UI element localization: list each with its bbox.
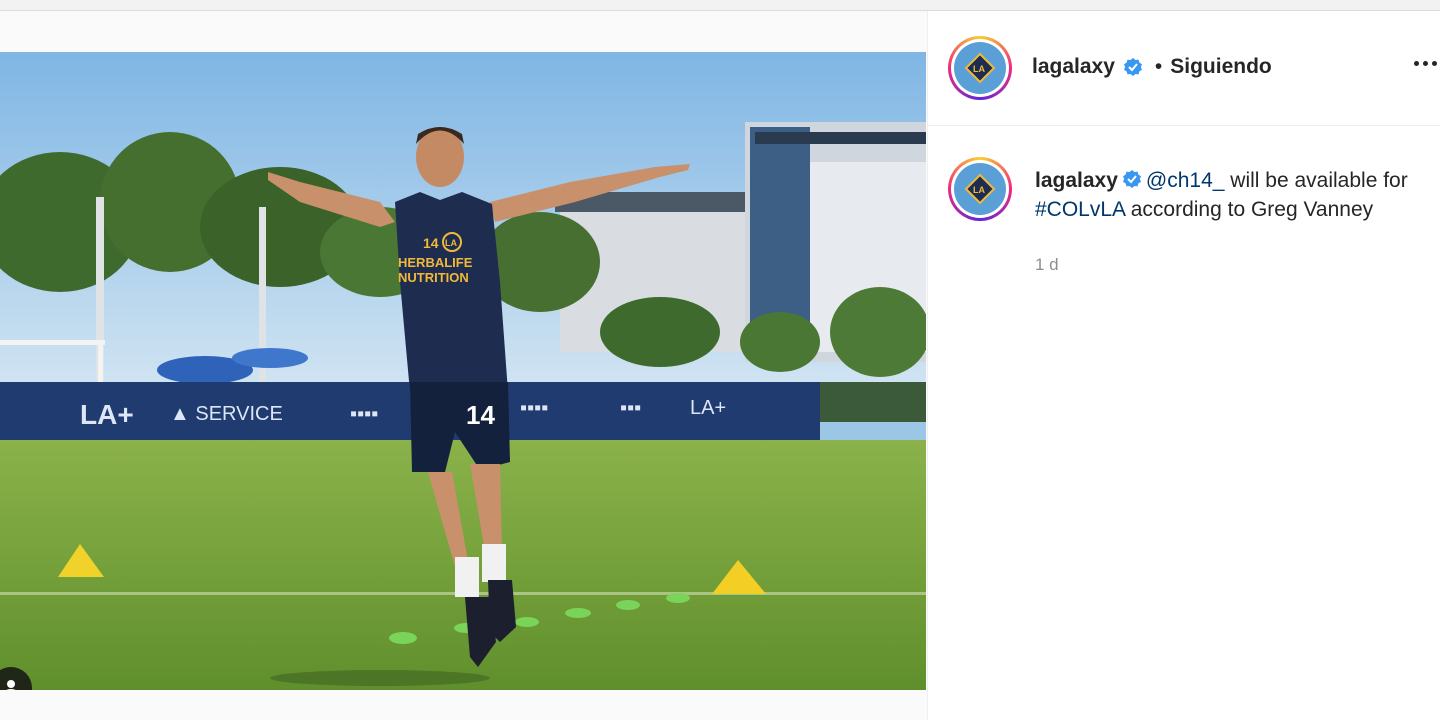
svg-text:LA: LA <box>973 64 985 74</box>
shirt-crest: LA <box>445 238 457 248</box>
post-header: LA lagalaxy • Siguiendo <box>928 11 1440 126</box>
svg-text:▪▪▪: ▪▪▪ <box>620 397 641 419</box>
svg-text:▲ SERVICE: ▲ SERVICE <box>170 403 283 425</box>
shirt-number: 14 <box>423 235 439 251</box>
svg-text:LA: LA <box>973 185 985 195</box>
shirt-text-1: HERBALIFE <box>398 255 473 270</box>
svg-text:LA+: LA+ <box>690 397 726 419</box>
following-button[interactable]: Siguiendo <box>1170 55 1272 79</box>
post-photo[interactable]: LA+ ▲ SERVICE ▪▪▪▪ ▪▪▪▪ ▪▪▪ LA+ HERBALIF… <box>0 52 926 690</box>
verified-badge-icon <box>1122 168 1142 188</box>
shorts-number: 14 <box>466 400 495 430</box>
shirt-text-2: NUTRITION <box>398 270 469 285</box>
photo-scene: LA+ ▲ SERVICE ▪▪▪▪ ▪▪▪▪ ▪▪▪ LA+ HERBALIF… <box>0 52 926 690</box>
more-options-icon[interactable] <box>1414 61 1437 66</box>
post-timestamp[interactable]: 1 d <box>1035 255 1059 275</box>
svg-text:LA+: LA+ <box>80 399 134 430</box>
caption-text: lagalaxy @ch14_ will be available for #CO… <box>1035 166 1435 224</box>
author-avatar[interactable]: LA <box>948 36 1012 100</box>
caption-text-1: will be available for <box>1224 169 1408 192</box>
caption-text-2: according to Greg Vanney <box>1124 198 1374 221</box>
media-pane: LA+ ▲ SERVICE ▪▪▪▪ ▪▪▪▪ ▪▪▪ LA+ HERBALIF… <box>0 11 927 720</box>
author-username[interactable]: lagalaxy <box>1032 55 1115 79</box>
top-bar <box>0 0 1440 11</box>
hashtag-link[interactable]: #COLvLA <box>1035 198 1125 221</box>
separator-dot: • <box>1154 55 1163 78</box>
verified-badge-icon <box>1123 57 1143 77</box>
post-sidebar: LA lagalaxy • Siguiendo LA lagalaxy @ch14… <box>927 11 1440 720</box>
mention-link[interactable]: @ch14_ <box>1146 169 1225 192</box>
caption-username[interactable]: lagalaxy <box>1035 169 1118 192</box>
svg-text:▪▪▪▪: ▪▪▪▪ <box>520 397 548 419</box>
caption-avatar[interactable]: LA <box>948 157 1012 221</box>
svg-text:▪▪▪▪: ▪▪▪▪ <box>350 403 378 425</box>
